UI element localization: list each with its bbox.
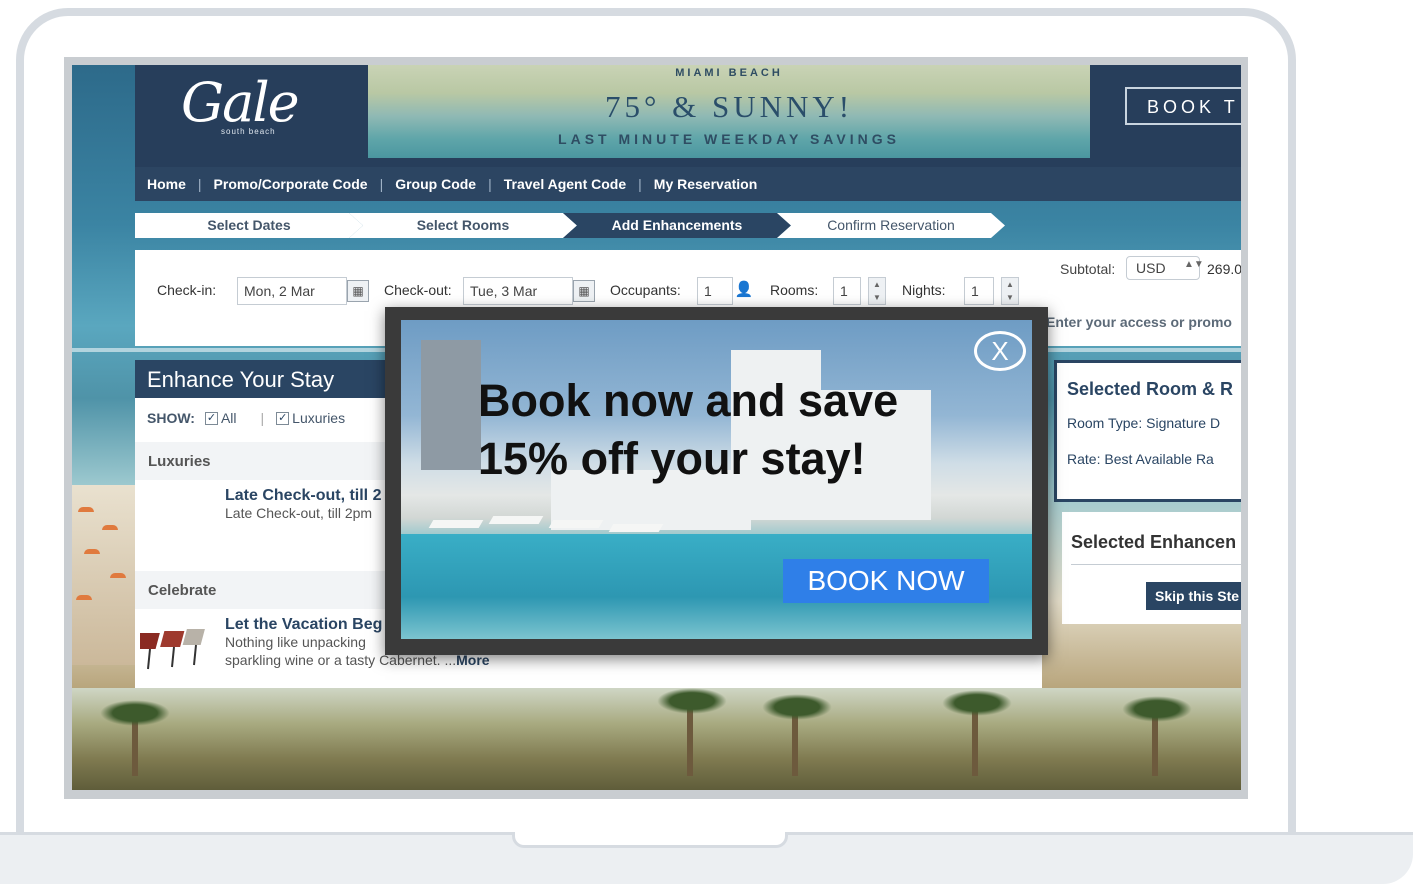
room-type-row: Room Type: Signature D <box>1067 415 1220 431</box>
nav-separator: | <box>197 176 202 192</box>
lounge-chair <box>428 520 484 528</box>
item-title-late-checkout[interactable]: Late Check-out, till 2 <box>225 487 381 505</box>
palm-leaves <box>762 694 832 720</box>
selected-enhancements-title: Selected Enhancen <box>1071 532 1237 552</box>
nights-label: Nights: <box>902 282 946 298</box>
banner-tagline: LAST MINUTE WEEKDAY SAVINGS <box>558 131 900 147</box>
checkin-label: Check-in: <box>157 282 217 298</box>
banner-location: MIAMI BEACH <box>675 67 783 79</box>
skip-step-button[interactable]: Skip this Ste <box>1146 582 1241 610</box>
logo-wordmark: Gale <box>181 71 300 134</box>
step-select-rooms[interactable]: Select Rooms <box>349 213 577 238</box>
rate-label: Rate: <box>1067 451 1101 467</box>
nav-travel-agent-code[interactable]: Travel Agent Code <box>504 176 626 192</box>
rooms-stepper[interactable]: ▲ ▼ <box>868 277 886 305</box>
book-button[interactable]: BOOK T <box>1125 87 1241 125</box>
banner-headline: 75° & SUNNY! <box>604 89 854 124</box>
selected-room-panel: Selected Room & R Room Type: Signature D… <box>1054 360 1241 502</box>
nav-separator: | <box>638 176 642 192</box>
nav-my-reservation[interactable]: My Reservation <box>654 176 757 192</box>
nav-separator: | <box>488 176 492 192</box>
filter-luxuries-label: Luxuries <box>292 410 346 426</box>
headline-line-2: 15% off your stay! <box>478 433 866 484</box>
show-label: SHOW: <box>147 410 195 426</box>
wine-glasses-icon <box>140 629 205 670</box>
modal-headline: Book now and save 15% off your stay! <box>478 372 898 488</box>
lounge-chair <box>548 520 604 528</box>
item-desc-late-checkout: Late Check-out, till 2pm <box>225 505 373 521</box>
rate-row: Rate: Best Available Ra <box>1067 451 1214 467</box>
browser-viewport: Gale south beach MIAMI BEACH 75° & SUNNY… <box>72 65 1241 790</box>
booking-steps: Select Dates Select Rooms Add Enhancemen… <box>135 213 1005 238</box>
checkin-field[interactable]: Mon, 2 Mar <box>237 277 347 305</box>
selected-enhancements-panel: Selected Enhancen Skip this Ste <box>1062 512 1241 624</box>
nights-field[interactable]: 1 <box>964 277 994 305</box>
show-filters: SHOW: ✓ All | ✓ Luxuries <box>147 410 345 426</box>
promo-banner[interactable]: MIAMI BEACH 75° & SUNNY! LAST MINUTE WEE… <box>368 65 1090 158</box>
room-type-value: Signature D <box>1146 415 1221 431</box>
lounge-chair <box>608 524 664 532</box>
rooms-field[interactable]: 1 <box>833 277 861 305</box>
palm-leaves <box>1122 696 1192 722</box>
chevron-updown-icon: ▲▼ <box>1184 259 1204 270</box>
checkout-field[interactable]: Tue, 3 Mar <box>463 277 573 305</box>
filter-all-label: All <box>220 410 237 426</box>
site-header: Gale south beach MIAMI BEACH 75° & SUNNY… <box>135 65 1241 167</box>
nav-group-code[interactable]: Group Code <box>395 176 476 192</box>
nav-separator: | <box>379 176 384 192</box>
umbrella-shape <box>102 525 118 530</box>
item-desc-vacation-line1: Nothing like unpacking <box>225 634 366 650</box>
category-luxuries[interactable]: Luxuries <box>135 442 385 480</box>
umbrella-shape <box>84 549 100 554</box>
subtotal-panel: Subtotal: USD ▲▼ 269.0 Enter your access… <box>1042 250 1241 346</box>
palm-leaves <box>942 690 1012 716</box>
rate-value: Best Available Ra <box>1104 451 1214 467</box>
nav-promo-code[interactable]: Promo/Corporate Code <box>214 176 368 192</box>
checkbox-luxuries[interactable]: ✓ <box>276 411 290 425</box>
book-now-button[interactable]: BOOK NOW <box>783 559 989 603</box>
promo-code-prompt[interactable]: Enter your access or promo <box>1046 314 1232 330</box>
subtotal-label: Subtotal: <box>1060 261 1116 277</box>
item-title-vacation[interactable]: Let the Vacation Beg <box>225 616 382 634</box>
main-nav: Home | Promo/Corporate Code | Group Code… <box>135 167 1241 201</box>
modal-image: Book now and save 15% off your stay! BOO… <box>401 320 1032 639</box>
nights-stepper[interactable]: ▲ ▼ <box>1001 277 1019 305</box>
promo-modal: Book now and save 15% off your stay! BOO… <box>385 307 1048 655</box>
umbrella-shape <box>110 573 126 578</box>
beach-sand <box>72 485 135 665</box>
lounge-chair <box>488 516 544 524</box>
palm-leaves <box>100 700 170 726</box>
calendar-icon[interactable]: ▦ <box>573 280 595 302</box>
step-confirm-reservation[interactable]: Confirm Reservation <box>777 213 1005 238</box>
enhance-heading: Enhance Your Stay <box>135 360 385 398</box>
close-icon[interactable]: X <box>974 331 1026 371</box>
category-celebrate[interactable]: Celebrate <box>135 571 385 609</box>
occupants-field[interactable]: 1 <box>697 277 733 305</box>
person-icon: 👤 <box>734 281 754 298</box>
step-select-dates[interactable]: Select Dates <box>135 213 363 238</box>
occupants-label: Occupants: <box>610 282 681 298</box>
divider <box>1071 564 1241 565</box>
building-shape <box>421 340 481 470</box>
checkout-label: Check-out: <box>384 282 452 298</box>
umbrella-shape <box>78 507 94 512</box>
laptop-screen: Gale south beach MIAMI BEACH 75° & SUNNY… <box>64 57 1248 799</box>
calendar-icon[interactable]: ▦ <box>347 280 369 302</box>
step-add-enhancements[interactable]: Add Enhancements <box>563 213 791 238</box>
laptop-notch <box>512 832 788 848</box>
umbrella-shape <box>76 595 92 600</box>
logo-subtitle: south beach <box>221 127 276 136</box>
selected-room-title: Selected Room & R <box>1067 379 1234 399</box>
rooms-label: Rooms: <box>770 282 819 298</box>
filter-separator: | <box>260 410 265 426</box>
room-type-label: Room Type: <box>1067 415 1143 431</box>
checkbox-all[interactable]: ✓ <box>204 411 218 425</box>
nav-home[interactable]: Home <box>147 176 186 192</box>
palm-leaves <box>657 688 727 714</box>
gale-logo[interactable]: Gale south beach <box>135 65 368 167</box>
headline-line-1: Book now and save <box>478 375 899 426</box>
dune-scenery <box>72 688 1241 790</box>
subtotal-amount: 269.0 <box>1207 261 1241 277</box>
